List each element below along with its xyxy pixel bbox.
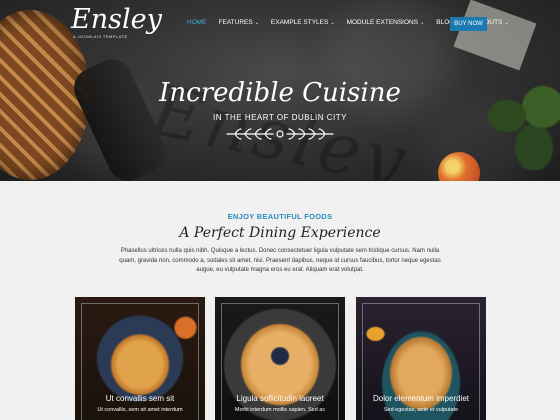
card-title: Dolor elementum imperdiet: [372, 394, 470, 403]
section-intro-text: Phasellus ultrices nulla quis nibh. Quis…: [119, 248, 441, 273]
laurel-divider-icon: [226, 128, 334, 140]
nav-item-example-styles[interactable]: EXAMPLE STYLES ⌄: [271, 19, 335, 26]
hero-title: Incredible Cuisine: [159, 78, 401, 108]
chevron-down-icon: ⌄: [420, 20, 425, 26]
nav-item-label: EXAMPLE STYLES: [270, 19, 329, 26]
logo-tagline: A JOOMLA!3 TEMPLATE: [73, 34, 128, 39]
nav-item-label: HOME: [187, 19, 207, 26]
chevron-down-icon: ⌄: [330, 20, 335, 26]
card-description: Morbi interdum mollis sapien. Sed ac: [234, 407, 326, 413]
buy-now-button[interactable]: BUY NOW: [450, 17, 487, 31]
card-description: Sed egestas, ante et vulputate: [383, 407, 459, 413]
card-title: Ut convallis sem sit: [105, 394, 175, 403]
nav-item-module-extensions[interactable]: MODULE EXTENSIONS ⌄: [347, 19, 425, 26]
chevron-down-icon: ⌄: [504, 20, 509, 26]
hero-subtitle: IN THE HEART OF DUBLIN CITY: [213, 113, 347, 122]
card-title: Ligula sollicitudin laoreet: [236, 394, 324, 403]
food-card[interactable]: Dolor elementum imperdiet Sed egestas, a…: [356, 297, 486, 420]
card-description: Ut convallis, sem sit amet interdum: [97, 407, 183, 413]
food-card[interactable]: Ligula sollicitudin laoreet Morbi interd…: [215, 297, 345, 420]
site-logo[interactable]: Ensley A JOOMLA!3 TEMPLATE: [71, 4, 162, 40]
chevron-down-icon: ⌄: [254, 20, 259, 26]
logo-name: Ensley: [71, 4, 162, 35]
nav-item-label: FEATURES: [218, 19, 253, 26]
nav-item-label: MODULE EXTENSIONS: [346, 19, 419, 26]
nav-item-features[interactable]: FEATURES ⌄: [219, 19, 259, 26]
hero-banner: Ensley Ensley A JOOMLA!3 TEMPLATE HOME F…: [0, 0, 560, 181]
nav-item-home[interactable]: HOME: [187, 19, 207, 26]
section-eyebrow: ENJOY BEAUTIFUL FOODS: [227, 212, 333, 221]
food-card[interactable]: Ut convallis sem sit Ut convallis, sem s…: [75, 297, 205, 420]
section-title: A Perfect Dining Experience: [179, 225, 381, 241]
